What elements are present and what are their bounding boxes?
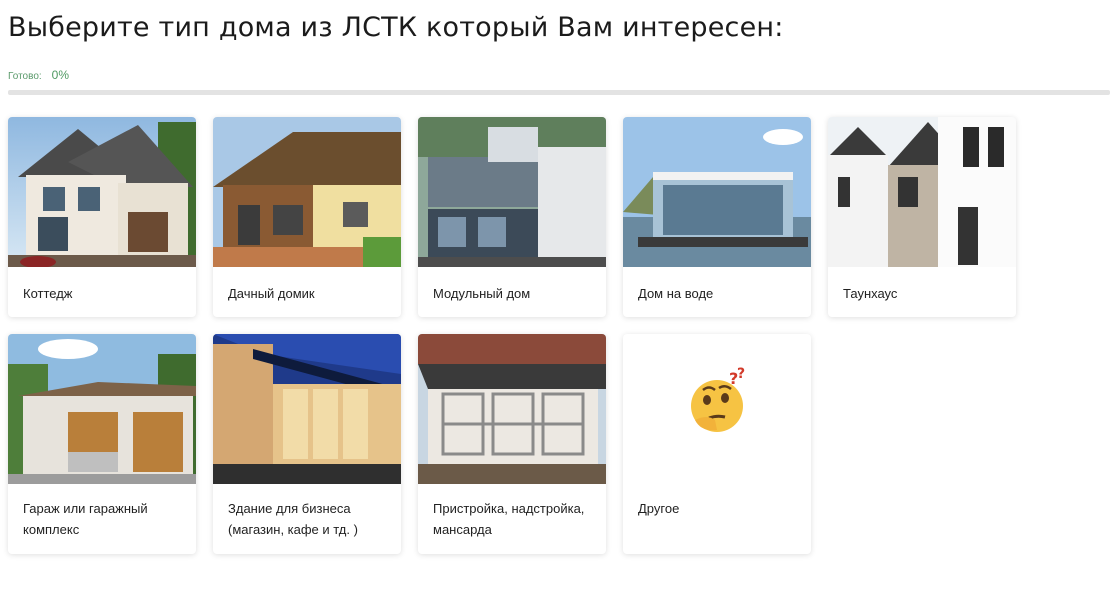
thinking-face-icon: ? ? (623, 334, 811, 484)
country-house-image (213, 117, 401, 267)
garage-image (8, 334, 196, 484)
progress-bar (8, 90, 1110, 95)
option-card-floating-house[interactable]: Дом на воде (623, 117, 811, 317)
option-label: Модульный дом (433, 286, 531, 301)
option-card-cottage[interactable]: Коттедж (8, 117, 196, 317)
progress-value: 0% (51, 68, 70, 82)
option-label: Дачный домик (228, 286, 315, 301)
modular-house-image (418, 117, 606, 267)
option-card-garage[interactable]: Гараж или гаражный комплекс (8, 334, 196, 554)
option-label: Гараж или гаражный комплекс (23, 501, 148, 537)
option-card-business-building[interactable]: Здание для бизнеса (магазин, кафе и тд. … (213, 334, 401, 554)
floating-house-image (623, 117, 811, 267)
option-label: Коттедж (23, 286, 73, 301)
option-card-extension[interactable]: Пристройка, надстройка, мансарда (418, 334, 606, 554)
extension-image (418, 334, 606, 484)
page-title: Выберите тип дома из ЛСТК который Вам ин… (8, 12, 784, 43)
business-building-image (213, 334, 401, 484)
option-label: Пристройка, надстройка, мансарда (433, 501, 585, 537)
progress-indicator: Готово: 0% (8, 68, 69, 82)
option-label: Дом на воде (638, 286, 714, 301)
option-label: Таунхаус (843, 286, 898, 301)
option-card-modular-house[interactable]: Модульный дом (418, 117, 606, 317)
option-label: Другое (638, 501, 680, 516)
cottage-image (8, 117, 196, 267)
progress-label: Готово: (8, 71, 42, 82)
option-card-other[interactable]: ? ? Другое (623, 334, 811, 554)
townhouse-image (828, 117, 1016, 267)
option-card-country-house[interactable]: Дачный домик (213, 117, 401, 317)
svg-text:?: ? (737, 366, 745, 382)
option-label: Здание для бизнеса (магазин, кафе и тд. … (228, 501, 358, 537)
option-card-townhouse[interactable]: Таунхаус (828, 117, 1016, 317)
